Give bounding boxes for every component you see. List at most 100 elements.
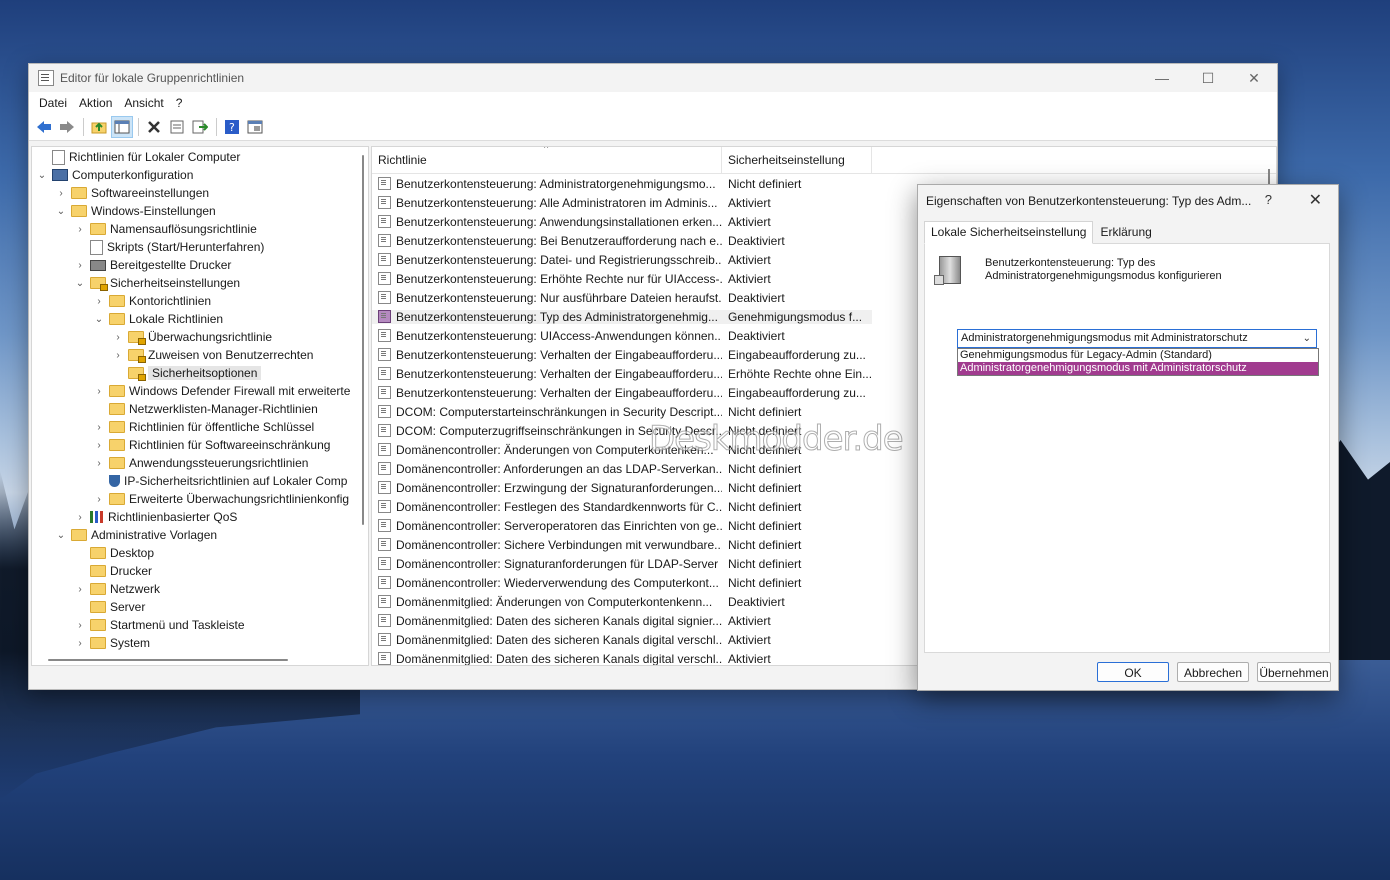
policy-icon [378, 500, 391, 513]
tree-item[interactable]: Server [32, 598, 368, 616]
tree-item[interactable]: › Überwachungsrichtlinie [32, 328, 368, 346]
setting-combobox[interactable]: Administratorgenehmigungsmodus mit Admin… [957, 329, 1317, 348]
help-icon[interactable]: ? [221, 116, 243, 138]
combobox-value: Administratorgenehmigungsmodus mit Admin… [961, 332, 1248, 344]
tree-item[interactable]: ⌄ Sicherheitseinstellungen [32, 274, 368, 292]
chevron-right-icon[interactable]: › [112, 350, 124, 361]
chevron-right-icon[interactable]: › [93, 494, 105, 505]
doc-icon [90, 239, 103, 255]
tree-horizontal-scrollbar[interactable] [48, 659, 288, 661]
apply-button[interactable]: Übernehmen [1257, 662, 1331, 682]
dropdown-option-legacy[interactable]: Genehmigungsmodus für Legacy-Admin (Stan… [958, 349, 1318, 362]
chevron-right-icon[interactable]: › [93, 296, 105, 307]
tree-item[interactable]: ⌄ Windows-Einstellungen [32, 202, 368, 220]
policy-setting: Aktiviert [728, 214, 771, 229]
pc-icon [52, 169, 68, 181]
tab-erklaerung[interactable]: Erklärung [1093, 221, 1158, 244]
minimize-button[interactable]: — [1139, 64, 1185, 92]
chevron-right-icon[interactable]: › [93, 422, 105, 433]
tree-item[interactable]: › Richtlinien für öffentliche Schlüssel [32, 418, 368, 436]
tree-item[interactable]: › Richtlinienbasierter QoS [32, 508, 368, 526]
tab-lokale-sicherheitseinstellung[interactable]: Lokale Sicherheitseinstellung [924, 221, 1094, 244]
ok-button[interactable]: OK [1097, 662, 1169, 682]
back-icon[interactable] [33, 116, 55, 138]
properties-icon[interactable] [166, 116, 188, 138]
chevron-right-icon[interactable]: › [74, 224, 86, 235]
tree-item[interactable]: Netzwerklisten-Manager-Richtlinien [32, 400, 368, 418]
tree-item-label: Richtlinien für Softwareeinschränkung [129, 438, 331, 452]
tree-item[interactable]: › Anwendungssteuerungsrichtlinien [32, 454, 368, 472]
tree-item[interactable]: › Bereitgestellte Drucker [32, 256, 368, 274]
forward-icon[interactable] [56, 116, 78, 138]
chevron-right-icon[interactable]: › [74, 584, 86, 595]
chevron-right-icon[interactable]: › [93, 440, 105, 451]
tree-item-label: Zuweisen von Benutzerrechten [148, 348, 314, 362]
policy-icon [378, 557, 391, 570]
menu-help[interactable]: ? [170, 96, 189, 110]
chevron-right-icon[interactable]: › [93, 386, 105, 397]
tree-item[interactable]: Skripts (Start/Herunterfahren) [32, 238, 368, 256]
column-header-sicherheitseinstellung[interactable]: Sicherheitseinstellung [722, 147, 872, 173]
qos-icon [90, 511, 104, 523]
policy-setting: Deaktiviert [728, 290, 785, 305]
show-hide-tree-icon[interactable] [111, 116, 133, 138]
maximize-button[interactable]: ☐ [1185, 64, 1231, 92]
close-button[interactable]: ✕ [1231, 64, 1277, 92]
tree-item[interactable]: › Netzwerk [32, 580, 368, 598]
menu-ansicht[interactable]: Ansicht [118, 96, 169, 110]
chevron-down-icon[interactable]: ⌄ [74, 278, 86, 289]
export-icon[interactable] [189, 116, 211, 138]
console-icon[interactable] [244, 116, 266, 138]
tree-item[interactable]: ⌄ Administrative Vorlagen [32, 526, 368, 544]
policy-setting: Deaktiviert [728, 233, 785, 248]
chevron-right-icon[interactable]: › [74, 512, 86, 523]
tree-item[interactable]: › System [32, 634, 368, 652]
dropdown-option-admin-protection[interactable]: Administratorgenehmigungsmodus mit Admin… [958, 362, 1318, 375]
chevron-right-icon[interactable]: › [93, 458, 105, 469]
dialog-tabs: Lokale Sicherheitseinstellung Erklärung [924, 221, 1159, 244]
chevron-down-icon[interactable]: ⌄ [1303, 330, 1311, 347]
chevron-right-icon[interactable]: › [74, 638, 86, 649]
folder-icon [109, 385, 125, 397]
policy-name: Domänencontroller: Erzwingung der Signat… [396, 480, 722, 495]
chevron-down-icon[interactable]: ⌄ [55, 530, 67, 541]
menu-aktion[interactable]: Aktion [73, 96, 118, 110]
tree-item[interactable]: › Richtlinien für Softwareeinschränkung [32, 436, 368, 454]
tree-item[interactable]: Drucker [32, 562, 368, 580]
policy-name: Benutzerkontensteuerung: Bei Benutzerauf… [396, 233, 722, 248]
up-folder-icon[interactable] [88, 116, 110, 138]
policy-setting: Nicht definiert [728, 461, 802, 476]
chevron-down-icon[interactable]: ⌄ [55, 206, 67, 217]
folder-icon [109, 439, 125, 451]
policy-icon [378, 481, 391, 494]
tree-item[interactable]: IP-Sicherheitsrichtlinien auf Lokaler Co… [32, 472, 368, 490]
delete-icon[interactable] [143, 116, 165, 138]
tree-item[interactable]: › Kontorichtlinien [32, 292, 368, 310]
tree-item[interactable]: › Windows Defender Firewall mit erweitert… [32, 382, 368, 400]
tree-vertical-scrollbar[interactable] [362, 155, 364, 525]
chevron-down-icon[interactable]: ⌄ [36, 170, 48, 181]
tree-item[interactable]: › Erweiterte Überwachungsrichtlinienkonfi… [32, 490, 368, 508]
tree-item[interactable]: › Zuweisen von Benutzerrechten [32, 346, 368, 364]
dialog-help-button[interactable]: ? [1265, 192, 1272, 207]
tree-item-label: Softwareeinstellungen [91, 186, 210, 200]
policy-setting: Nicht definiert [728, 575, 802, 590]
tree-item[interactable]: ⌄ Computerkonfiguration [32, 166, 368, 184]
menu-datei[interactable]: Datei [33, 96, 73, 110]
tree-pane[interactable]: Richtlinien für Lokaler Computer ⌄ Compute… [31, 146, 369, 666]
tree-item[interactable]: Richtlinien für Lokaler Computer [32, 148, 368, 166]
tree-item[interactable]: › Namensauflösungsrichtlinie [32, 220, 368, 238]
tree-item[interactable]: Sicherheitsoptionen [32, 364, 368, 382]
dialog-close-button[interactable]: ✕ [1309, 190, 1322, 210]
chevron-right-icon[interactable]: › [55, 188, 67, 199]
chevron-right-icon[interactable]: › [112, 332, 124, 343]
chevron-right-icon[interactable]: › [74, 620, 86, 631]
tree-item[interactable]: › Startmenü und Taskleiste [32, 616, 368, 634]
cancel-button[interactable]: Abbrechen [1177, 662, 1249, 682]
tree-item[interactable]: ⌄ Lokale Richtlinien [32, 310, 368, 328]
tree-item[interactable]: › Softwareeinstellungen [32, 184, 368, 202]
chevron-down-icon[interactable]: ⌄ [93, 314, 105, 325]
tree-item[interactable]: Desktop [32, 544, 368, 562]
folder-icon [90, 547, 106, 559]
chevron-right-icon[interactable]: › [74, 260, 86, 271]
